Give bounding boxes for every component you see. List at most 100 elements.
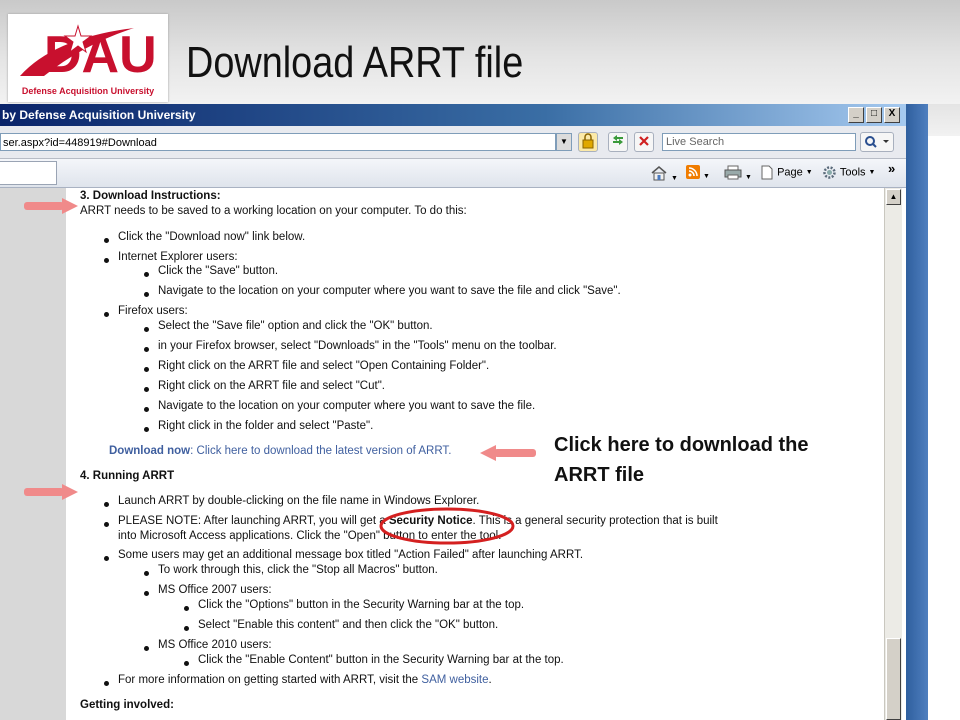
bullet (144, 427, 149, 432)
maximize-button[interactable]: □ (866, 107, 882, 123)
getting-involved-heading: Getting involved: (80, 699, 174, 711)
please-note-text: PLEASE NOTE: After launching ARRT, you w… (118, 515, 389, 527)
section-3-heading: 3. Download Instructions: (80, 190, 221, 202)
home-icon (651, 166, 667, 181)
download-arrt-link[interactable]: Click here to download the latest versio… (197, 445, 449, 457)
list-item: Firefox users: (118, 305, 188, 317)
address-input[interactable]: ser.aspx?id=448919#Download (0, 133, 556, 151)
list-item: Internet Explorer users: (118, 251, 238, 263)
bullet (144, 292, 149, 297)
bullet (144, 327, 149, 332)
sam-website-link[interactable]: SAM website (421, 674, 488, 686)
callout-line-1: Click here to download the (554, 434, 809, 456)
stop-icon[interactable] (634, 132, 654, 152)
slide-title: Download ARRT file (186, 38, 524, 87)
list-item: MS Office 2010 users: (158, 639, 272, 651)
list-item: MS Office 2007 users: (158, 584, 272, 596)
bullet (104, 312, 109, 317)
more-info-text: For more information on getting started … (118, 674, 422, 686)
list-item: Navigate to the location on your compute… (158, 285, 621, 297)
bullet (144, 591, 149, 596)
bullet (144, 571, 149, 576)
list-item: Click the "Download now" link below. (118, 231, 306, 243)
command-bar: ▼ ▼ ▼ Page ▼ Tools ▼ » (0, 159, 906, 188)
home-button[interactable]: ▼ (650, 165, 678, 184)
page-menu[interactable]: Page ▼ (760, 165, 813, 180)
refresh-icon[interactable] (608, 132, 628, 152)
slide-edge (928, 104, 960, 136)
lock-icon[interactable] (578, 132, 598, 152)
feeds-button[interactable]: ▼ (686, 165, 710, 182)
annotation-callout: Click here to download the ARRT file (554, 430, 884, 490)
search-input[interactable]: Live Search (662, 133, 856, 151)
dau-logo: DAU Defense Acquisition University (8, 14, 168, 102)
annotation-arrow-right (24, 484, 78, 500)
bullet (144, 646, 149, 651)
address-dropdown-button[interactable]: ▼ (556, 133, 572, 151)
download-row: Download now: Click here to download the… (109, 445, 451, 457)
list-item: Right click on the ARRT file and select … (158, 380, 385, 392)
page-icon (761, 165, 773, 180)
address-bar: ser.aspx?id=448919#Download ▼ Live Searc… (0, 126, 906, 159)
vertical-scrollbar[interactable]: ▲ (884, 188, 902, 720)
download-now-label: Download now (109, 445, 191, 457)
window-title: by Defense Acquisition University (2, 108, 196, 122)
annotation-arrow-right (24, 198, 78, 214)
window-title-bar: by Defense Acquisition University _ □ X (0, 104, 908, 126)
highlight-ellipse (379, 507, 515, 545)
bullet (104, 502, 109, 507)
minimize-button[interactable]: _ (848, 107, 864, 123)
list-item: Select "Enable this content" and then cl… (198, 619, 499, 631)
list-item: Navigate to the location on your compute… (158, 400, 536, 412)
list-item: Click the "Save" button. (158, 265, 279, 277)
print-button[interactable]: ▼ (724, 165, 752, 183)
download-period: . (448, 445, 452, 457)
scroll-thumb[interactable] (886, 638, 901, 720)
more-commands-chevron[interactable]: » (888, 161, 895, 176)
tools-menu[interactable]: Tools ▼ (822, 165, 875, 180)
logo-letters: DAU (44, 26, 157, 84)
section-3-intro: ARRT needs to be saved to a working loca… (80, 205, 467, 217)
bullet (104, 681, 109, 686)
left-gutter (0, 188, 66, 720)
list-item: in your Firefox browser, select "Downloa… (158, 340, 557, 352)
list-item: For more information on getting started … (118, 674, 492, 686)
list-item: Select the "Save file" option and click … (158, 320, 433, 332)
bullet (184, 606, 189, 611)
bullet (104, 238, 109, 243)
bullet (144, 387, 149, 392)
rss-feed-icon (686, 165, 700, 179)
gear-icon (823, 166, 836, 179)
list-item: Some users may get an additional message… (118, 549, 584, 561)
window-controls: _ □ X (848, 107, 902, 126)
page-menu-label: Page (777, 166, 803, 179)
scroll-up-button[interactable]: ▲ (886, 189, 901, 205)
bullet (144, 347, 149, 352)
list-item: To work through this, click the "Stop al… (158, 564, 438, 576)
list-item: Click the "Options" button in the Securi… (198, 599, 525, 611)
bullet (184, 661, 189, 666)
bullet (104, 522, 109, 527)
logo-tagline: Defense Acquisition University (21, 86, 155, 96)
tools-menu-label: Tools (839, 166, 866, 179)
print-icon (724, 165, 742, 180)
annotation-arrow-left (480, 445, 536, 461)
bullet (144, 367, 149, 372)
bullet (104, 556, 109, 561)
bullet (144, 407, 149, 412)
section-4-heading: 4. Running ARRT (80, 470, 175, 482)
close-button[interactable]: X (884, 107, 900, 123)
bullet (144, 272, 149, 277)
bullet (184, 626, 189, 631)
window-frame-edge (906, 104, 928, 720)
browser-window: by Defense Acquisition University _ □ X se… (0, 104, 928, 720)
list-item: Right click in the folder and select "Pa… (158, 420, 374, 432)
search-button[interactable] (860, 132, 894, 152)
browser-tab[interactable] (0, 161, 57, 185)
callout-line-2: ARRT file (554, 464, 644, 486)
bullet (104, 258, 109, 263)
list-item: Right click on the ARRT file and select … (158, 360, 490, 372)
search-icon (865, 136, 889, 148)
list-item: Click the "Enable Content" button in the… (198, 654, 564, 666)
slide-header: DAU Defense Acquisition University Downl… (0, 0, 960, 104)
